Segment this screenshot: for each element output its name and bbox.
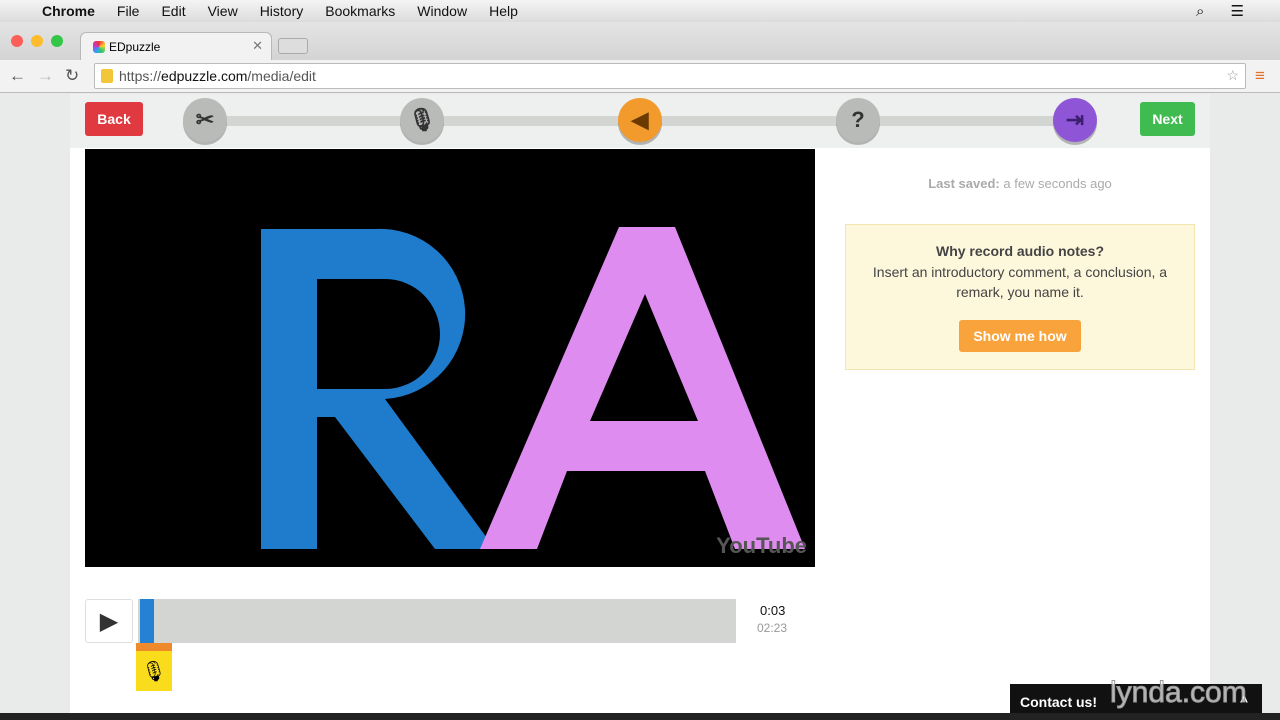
new-tab-button[interactable] [278, 38, 308, 54]
chrome-menu-icon[interactable]: ≡ [1255, 66, 1265, 86]
play-button[interactable]: ▶ [85, 599, 133, 643]
speaker-icon[interactable]: ◀ [618, 98, 662, 142]
ra-logo [261, 227, 805, 549]
scissors-icon[interactable]: ✂ [183, 98, 227, 142]
back-arrow-icon[interactable]: ← [9, 66, 26, 86]
url-path: /media/edit [247, 68, 316, 84]
microphone-icon: 🎙 [141, 660, 167, 683]
forward-arrow-icon[interactable]: → [37, 66, 54, 86]
zoom-window-button[interactable] [51, 35, 63, 47]
edpuzzle-favicon-icon [93, 41, 105, 53]
reload-icon[interactable]: ↻ [65, 66, 79, 86]
tip-text: Insert an introductory comment, a conclu… [872, 264, 1168, 300]
microphone-icon[interactable]: 🎙 [400, 98, 444, 142]
menu-history[interactable]: History [260, 3, 304, 19]
lynda-watermark: lynda.com [1110, 676, 1248, 710]
tab-bar: EDpuzzle ✕ [0, 22, 1280, 60]
close-window-button[interactable] [11, 35, 23, 47]
last-saved-status: Last saved: a few seconds ago [845, 176, 1195, 191]
close-tab-icon[interactable]: ✕ [252, 38, 263, 54]
spotlight-search-icon[interactable]: ⌕ [1196, 3, 1204, 20]
menu-file[interactable]: File [117, 3, 140, 19]
youtube-watermark[interactable]: YouTube [716, 533, 807, 559]
menu-view[interactable]: View [208, 3, 238, 19]
current-time: 0:03 [760, 603, 786, 618]
timeline-progress[interactable] [140, 599, 154, 643]
browser-tab[interactable]: EDpuzzle ✕ [80, 32, 272, 60]
url-host: edpuzzle.com [161, 68, 248, 84]
next-button[interactable]: Next [1140, 102, 1195, 136]
browser-toolbar: ← → ↻ https://edpuzzle.com/media/edit ☆ ≡ [0, 60, 1280, 93]
menu-bookmarks[interactable]: Bookmarks [325, 3, 395, 19]
menu-app-chrome[interactable]: Chrome [42, 3, 95, 19]
timeline-scrubber[interactable] [138, 599, 736, 643]
menu-edit[interactable]: Edit [161, 3, 185, 19]
address-bar[interactable]: https://edpuzzle.com/media/edit ☆ [94, 63, 1246, 89]
play-icon: ▶ [99, 607, 119, 635]
mac-menubar: Chrome File Edit View History Bookmarks … [0, 0, 1280, 22]
audio-notes-tip: Why record audio notes? Insert an introd… [845, 224, 1195, 370]
tab-title: EDpuzzle [109, 40, 161, 54]
video-player[interactable]: YouTube [85, 149, 815, 567]
bookmark-star-icon[interactable]: ☆ [1226, 67, 1239, 84]
lock-warning-icon [101, 69, 113, 83]
back-button[interactable]: Back [85, 102, 143, 136]
exit-icon[interactable]: ⇥ [1053, 98, 1097, 142]
tip-title: Why record audio notes? [935, 243, 1104, 259]
show-me-how-button[interactable]: Show me how [959, 320, 1081, 352]
bottom-edge [0, 713, 1280, 720]
url-scheme: https:// [119, 68, 162, 84]
contact-label: Contact us! [1020, 694, 1097, 710]
last-saved-label: Last saved: [928, 176, 1000, 191]
audio-note-marker[interactable]: 🎙 [136, 643, 172, 691]
question-icon[interactable]: ? [836, 98, 880, 142]
duration: 02:23 [757, 621, 788, 635]
menu-window[interactable]: Window [417, 3, 467, 19]
minimize-window-button[interactable] [31, 35, 43, 47]
menu-help[interactable]: Help [489, 3, 518, 19]
notification-list-icon[interactable]: ☰ [1231, 3, 1244, 20]
last-saved-value: a few seconds ago [1003, 176, 1112, 191]
